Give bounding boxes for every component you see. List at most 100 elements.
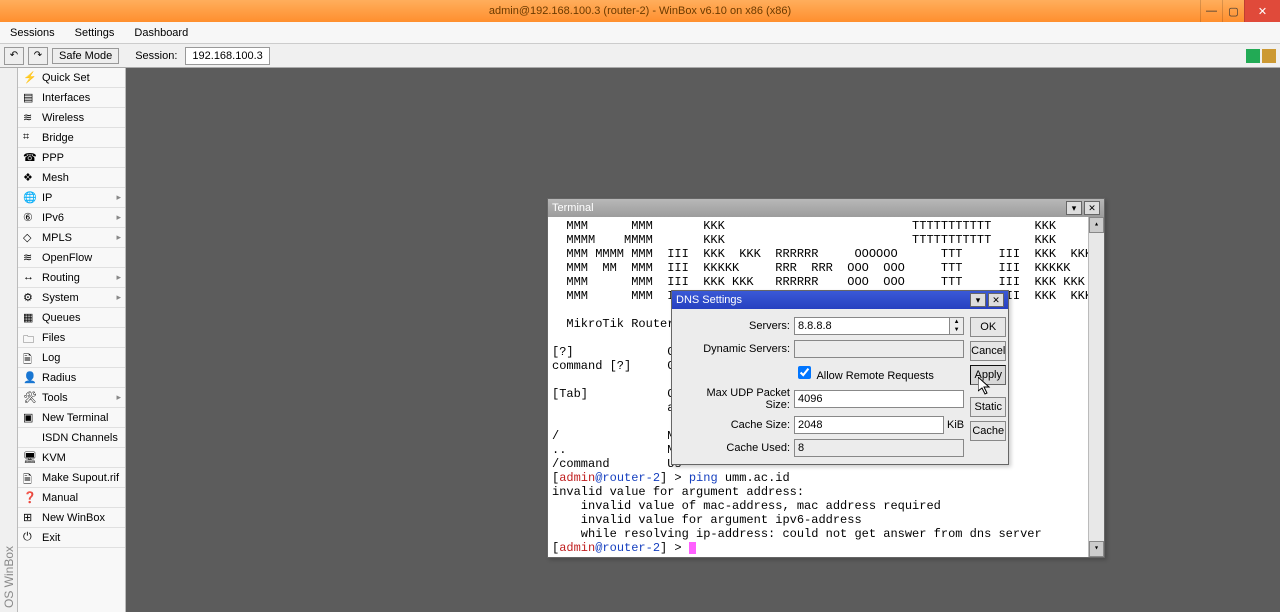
sidebar-item-label: PPP	[42, 152, 64, 164]
undo-button[interactable]: ↶	[4, 47, 24, 65]
sidebar-item-label: IP	[42, 192, 52, 204]
sidebar-item-label: Queues	[42, 312, 81, 324]
sidebar-item-bridge[interactable]: ⌗ Bridge	[18, 128, 125, 148]
menu-sessions[interactable]: Sessions	[0, 22, 65, 43]
static-button[interactable]: Static	[970, 397, 1006, 417]
dns-settings-window: DNS Settings ▾ ✕ Servers: ▲▼	[671, 290, 1009, 465]
scroll-down-icon[interactable]: ▾	[1089, 541, 1104, 557]
sidebar-icon: 🗎	[23, 351, 37, 365]
sidebar-item-label: Radius	[42, 372, 76, 384]
sidebar-item-log[interactable]: 🗎Log	[18, 348, 125, 368]
lock-icon[interactable]	[1262, 49, 1276, 63]
sidebar-item-manual[interactable]: ❓Manual	[18, 488, 125, 508]
sidebar-item-label: MPLS	[42, 232, 72, 244]
sidebar-item-mpls[interactable]: ◇MPLS▸	[18, 228, 125, 248]
sidebar-icon: ⊞	[23, 511, 37, 525]
redo-button[interactable]: ↷	[28, 47, 48, 65]
sidebar-item-label: Mesh	[42, 172, 69, 184]
sidebar-item-kvm[interactable]: 🖥KVM	[18, 448, 125, 468]
sidebar-item-isdn-channels[interactable]: ISDN Channels	[18, 428, 125, 448]
sidebar-icon: ⌗	[23, 131, 37, 145]
sidebar-item-wireless[interactable]: ≋Wireless	[18, 108, 125, 128]
menu-dashboard[interactable]: Dashboard	[124, 22, 198, 43]
sidebar-item-label: Make Supout.rif	[42, 472, 119, 484]
sidebar-item-interfaces[interactable]: ▤Interfaces	[18, 88, 125, 108]
sidebar-item-queues[interactable]: ▦Queues	[18, 308, 125, 328]
max-udp-input[interactable]	[794, 390, 964, 408]
sidebar-item-radius[interactable]: 👤Radius	[18, 368, 125, 388]
dns-body: Servers: ▲▼ Dynamic Servers: Allow	[672, 309, 1008, 464]
tool-bar: ↶ ↷ Safe Mode Session: 192.168.100.3	[0, 44, 1280, 68]
chevron-right-icon: ▸	[116, 212, 121, 223]
sidebar-item-ip[interactable]: 🌐IP▸	[18, 188, 125, 208]
menu-settings[interactable]: Settings	[65, 22, 125, 43]
chevron-right-icon: ▸	[116, 272, 121, 283]
chevron-right-icon: ▸	[116, 392, 121, 403]
toolbar-right	[1246, 49, 1276, 63]
sidebar-icon: ❓	[23, 491, 37, 505]
sidebar-collapse-label[interactable]: OS WinBox	[0, 68, 18, 612]
sidebar-item-exit[interactable]: ⏻ Exit	[18, 528, 125, 548]
window-title: admin@192.168.100.3 (router-2) - WinBox …	[489, 5, 791, 17]
terminal-close-icon[interactable]: ✕	[1084, 201, 1100, 215]
maximize-button[interactable]: ▢	[1222, 0, 1244, 22]
apply-button[interactable]: Apply	[970, 365, 1006, 385]
sidebar-item-new-winbox[interactable]: ⊞New WinBox	[18, 508, 125, 528]
sidebar-icon: 🖥	[23, 451, 37, 465]
sidebar-icon: ≋	[23, 251, 37, 265]
minimize-button[interactable]: —	[1200, 0, 1222, 22]
window-controls: — ▢ ✕	[1200, 0, 1280, 22]
sidebar-item-label: Interfaces	[42, 92, 90, 104]
servers-spinner[interactable]: ▲▼	[950, 317, 964, 335]
cancel-button[interactable]: Cancel	[970, 341, 1006, 361]
sidebar-item-quick-set[interactable]: ⚡Quick Set	[18, 68, 125, 88]
sidebar-item-system[interactable]: ⚙System▸	[18, 288, 125, 308]
sidebar-item-label: System	[42, 292, 79, 304]
cache-used-input	[794, 439, 964, 457]
sidebar-item-label: ISDN Channels	[42, 432, 118, 444]
sidebar-item-ipv6[interactable]: ⑥ IPv6 ▸	[18, 208, 125, 228]
cache-size-input[interactable]	[794, 416, 944, 434]
sidebar-icon: ⑥	[23, 211, 37, 225]
terminal-minimize-icon[interactable]: ▾	[1066, 201, 1082, 215]
sidebar-item-label: Exit	[42, 532, 60, 544]
terminal-scrollbar[interactable]: ▴ ▾	[1088, 217, 1104, 557]
scroll-track[interactable]	[1089, 233, 1104, 541]
dynamic-servers-input	[794, 340, 964, 358]
sidebar-icon: ▣	[23, 411, 37, 425]
sidebar-item-label: Bridge	[42, 132, 74, 144]
servers-input[interactable]	[794, 317, 950, 335]
window-title-bar: admin@192.168.100.3 (router-2) - WinBox …	[0, 0, 1280, 22]
sidebar-icon: ⚙	[23, 291, 37, 305]
safe-mode-button[interactable]: Safe Mode	[52, 48, 119, 64]
sidebar-icon: ☎	[23, 151, 37, 165]
dns-minimize-icon[interactable]: ▾	[970, 293, 986, 307]
terminal-title-bar[interactable]: Terminal ▾ ✕	[548, 199, 1104, 217]
allow-remote-requests-checkbox[interactable]: Allow Remote Requests	[794, 363, 934, 382]
close-button[interactable]: ✕	[1244, 0, 1280, 22]
left-sidebar: ⚡Quick Set▤Interfaces≋Wireless ⌗ Bridge ☎ PP…	[18, 68, 126, 612]
allow-remote-requests-input[interactable]	[798, 366, 811, 379]
sidebar-icon: ⏻	[23, 531, 37, 545]
screen-icon[interactable]	[1246, 49, 1260, 63]
sidebar-item-tools[interactable]: 🛠Tools▸	[18, 388, 125, 408]
sidebar-icon: 🗀	[23, 331, 37, 345]
sidebar-icon	[23, 431, 37, 445]
ok-button[interactable]: OK	[970, 317, 1006, 337]
sidebar-item-label: IPv6	[42, 212, 64, 224]
sidebar-item-mesh[interactable]: ❖Mesh	[18, 168, 125, 188]
sidebar-item-openflow[interactable]: ≋OpenFlow	[18, 248, 125, 268]
scroll-up-icon[interactable]: ▴	[1089, 217, 1104, 233]
sidebar-item-label: Routing	[42, 272, 80, 284]
session-address[interactable]: 192.168.100.3	[185, 47, 269, 65]
dns-title-bar[interactable]: DNS Settings ▾ ✕	[672, 291, 1008, 309]
sidebar-item-ppp[interactable]: ☎ PPP	[18, 148, 125, 168]
session-label: Session:	[135, 50, 177, 62]
cache-button[interactable]: Cache	[970, 421, 1006, 441]
sidebar-item-files[interactable]: 🗀Files	[18, 328, 125, 348]
sidebar-item-make-supout-rif[interactable]: 🗎Make Supout.rif	[18, 468, 125, 488]
sidebar-item-routing[interactable]: ↔Routing▸	[18, 268, 125, 288]
sidebar-item-new-terminal[interactable]: ▣New Terminal	[18, 408, 125, 428]
dns-close-icon[interactable]: ✕	[988, 293, 1004, 307]
dynamic-servers-label: Dynamic Servers:	[680, 343, 790, 355]
